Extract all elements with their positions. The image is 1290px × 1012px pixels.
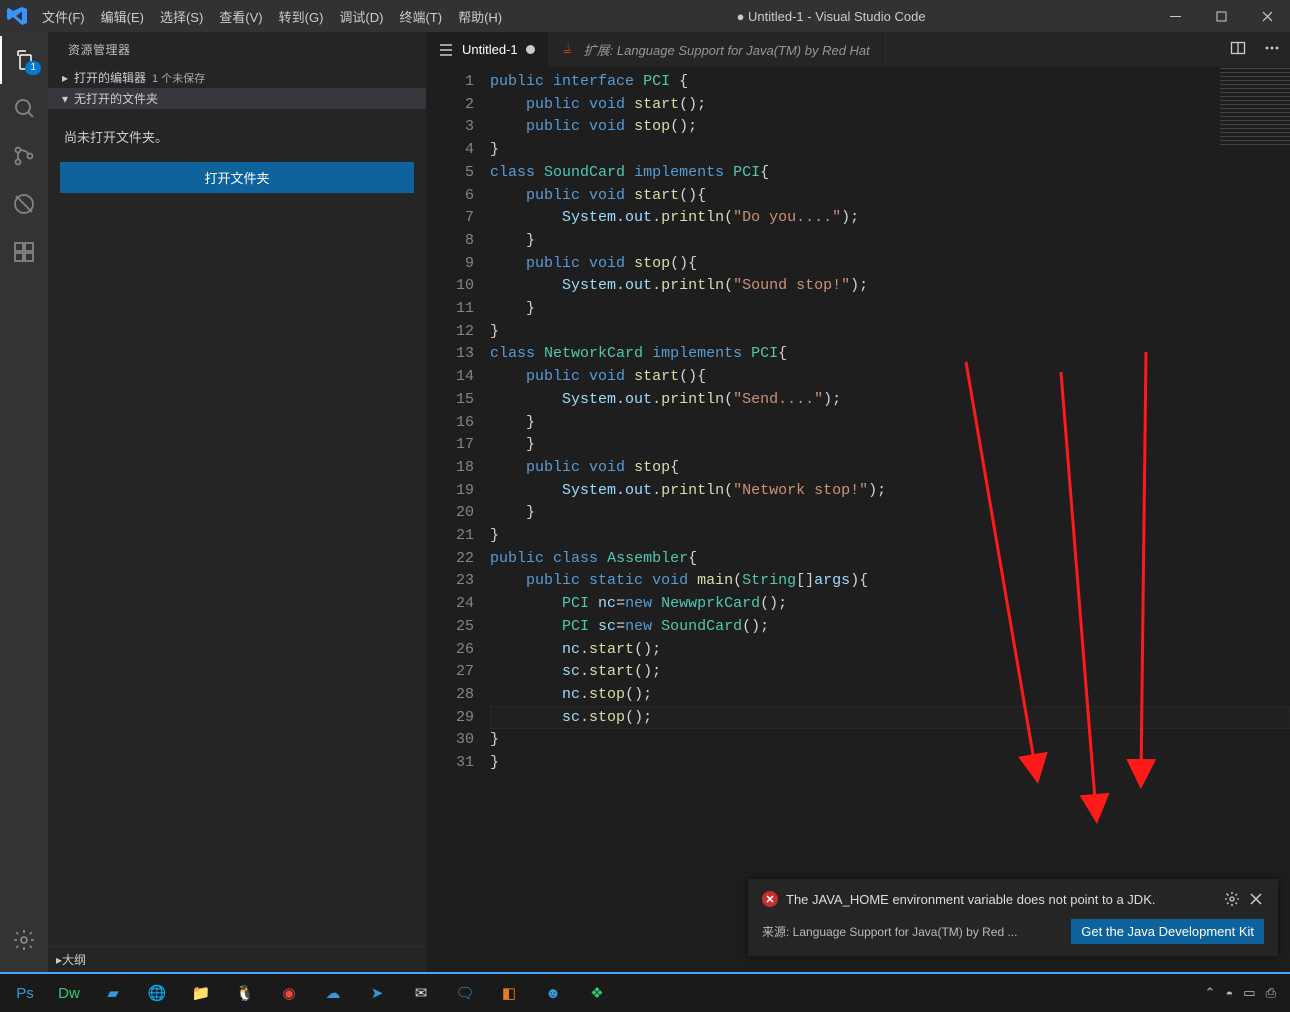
tab-label: Untitled-1 [462, 42, 518, 57]
window-title: ● Untitled-1 - Visual Studio Code [510, 9, 1152, 24]
open-editors-label: 打开的编辑器 [74, 69, 146, 86]
taskbar-app-icon[interactable]: ☁ [312, 975, 354, 1011]
notification-toast: ✕ The JAVA_HOME environment variable doe… [748, 879, 1278, 956]
code-editor[interactable]: 1234567891011121314151617181920212223242… [426, 67, 1290, 972]
settings-gear-icon[interactable] [0, 916, 48, 964]
maximize-button[interactable] [1198, 0, 1244, 32]
line-number-gutter: 1234567891011121314151617181920212223242… [426, 71, 490, 972]
taskbar-app-icon[interactable]: ▰ [92, 975, 134, 1011]
tab-label: 扩展: Language Support for Java(TM) by Red… [584, 40, 870, 59]
extensions-tab[interactable] [0, 228, 48, 276]
taskbar-app-icon[interactable]: ➤ [356, 975, 398, 1011]
menu-item[interactable]: 选择(S) [152, 1, 211, 32]
java-extension-icon [560, 40, 576, 59]
menu-item[interactable]: 查看(V) [211, 1, 270, 32]
minimize-button[interactable] [1152, 0, 1198, 32]
no-folder-hint: 尚未打开文件夹。 [64, 127, 410, 146]
code-lines[interactable]: public interface PCI { public void start… [490, 71, 1290, 972]
tray-icon[interactable]: ⎙ [1266, 985, 1276, 1001]
menu-item[interactable]: 终端(T) [391, 1, 450, 32]
editor-area: Untitled-1 扩展: Language Support for Java… [426, 32, 1290, 972]
notification-close-icon[interactable] [1248, 891, 1264, 907]
taskbar-app-icon[interactable]: 🗨 [444, 975, 486, 1011]
dirty-indicator-icon [526, 45, 535, 54]
taskbar-app-icon[interactable]: 🐧 [224, 975, 266, 1011]
windows-taskbar: Ps Dw ▰ 🌐 📁 🐧 ◉ ☁ ➤ ✉ 🗨 ◧ ☻ ❖ ⌃ ◓ ▭ ⎙ [0, 972, 1290, 1012]
split-editor-icon[interactable] [1230, 40, 1246, 59]
editor-tabs: Untitled-1 扩展: Language Support for Java… [426, 32, 1290, 67]
get-jdk-button[interactable]: Get the Java Development Kit [1071, 919, 1264, 944]
taskbar-app-icon[interactable]: ◧ [488, 975, 530, 1011]
notification-message: The JAVA_HOME environment variable does … [786, 892, 1216, 907]
no-folder-section[interactable]: ▾ 无打开的文件夹 [48, 88, 426, 109]
open-editors-section[interactable]: ▸ 打开的编辑器 1 个未保存 [48, 67, 426, 88]
menu-item[interactable]: 调试(D) [331, 1, 391, 32]
title-bar: 文件(F)编辑(E)选择(S)查看(V)转到(G)调试(D)终端(T)帮助(H)… [0, 0, 1290, 32]
tab-untitled-1[interactable]: Untitled-1 [426, 32, 548, 67]
no-folder-label: 无打开的文件夹 [74, 90, 158, 107]
more-actions-icon[interactable] [1264, 40, 1280, 59]
system-tray[interactable]: ⌃ ◓ ▭ ⎙ [1205, 985, 1286, 1001]
taskbar-app-icon[interactable]: ✉ [400, 975, 442, 1011]
tray-icon[interactable]: ▭ [1243, 985, 1255, 1001]
debug-tab[interactable] [0, 180, 48, 228]
outline-section[interactable]: ▸ 大纲 [48, 946, 426, 972]
explorer-sidebar: 资源管理器 ▸ 打开的编辑器 1 个未保存 ▾ 无打开的文件夹 尚未打开文件夹。… [48, 32, 426, 972]
explorer-badge: 1 [25, 61, 41, 75]
taskbar-app-icon[interactable]: Ps [4, 975, 46, 1011]
sidebar-body: 尚未打开文件夹。 打开文件夹 [48, 109, 426, 201]
error-icon: ✕ [762, 891, 778, 907]
sidebar-title: 资源管理器 [48, 32, 426, 67]
vscode-logo-icon [0, 4, 34, 28]
taskbar-app-icon[interactable]: ☻ [532, 975, 574, 1011]
list-icon [438, 42, 454, 58]
search-tab[interactable] [0, 84, 48, 132]
menu-bar: 文件(F)编辑(E)选择(S)查看(V)转到(G)调试(D)终端(T)帮助(H) [34, 1, 510, 32]
tray-icon[interactable]: ⌃ [1205, 985, 1216, 1001]
menu-item[interactable]: 文件(F) [34, 1, 93, 32]
menu-item[interactable]: 帮助(H) [450, 1, 510, 32]
notification-source: 来源: Language Support for Java(TM) by Red… [762, 923, 1061, 940]
menu-item[interactable]: 转到(G) [271, 1, 332, 32]
taskbar-app-icon[interactable]: 🌐 [136, 975, 178, 1011]
source-control-tab[interactable] [0, 132, 48, 180]
chevron-right-icon: ▸ [58, 71, 72, 85]
taskbar-app-icon[interactable]: ❖ [576, 975, 618, 1011]
taskbar-app-icon[interactable]: 📁 [180, 975, 222, 1011]
close-button[interactable] [1244, 0, 1290, 32]
outline-label: 大纲 [62, 951, 86, 968]
tray-icon[interactable]: ◓ [1225, 986, 1233, 1001]
notification-gear-icon[interactable] [1224, 891, 1240, 907]
menu-item[interactable]: 编辑(E) [93, 1, 152, 32]
activity-bar: 1 [0, 32, 48, 972]
taskbar-app-icon[interactable]: Dw [48, 975, 90, 1011]
open-folder-button[interactable]: 打开文件夹 [60, 162, 414, 193]
explorer-tab[interactable]: 1 [0, 36, 48, 84]
taskbar-app-icon[interactable]: ◉ [268, 975, 310, 1011]
window-controls [1152, 0, 1290, 32]
tab-extension[interactable]: 扩展: Language Support for Java(TM) by Red… [548, 32, 883, 67]
chevron-down-icon: ▾ [58, 92, 72, 106]
unsaved-count-tag: 1 个未保存 [152, 70, 205, 86]
